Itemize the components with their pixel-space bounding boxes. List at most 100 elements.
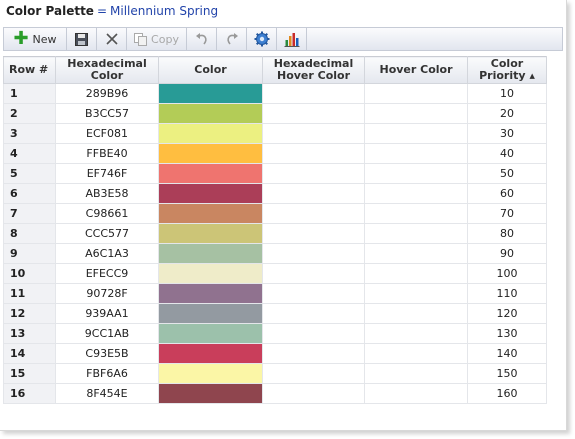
hex-color-cell[interactable]: 8F454E bbox=[55, 383, 159, 404]
hex-color-cell[interactable]: A6C1A3 bbox=[55, 243, 159, 264]
hover-hex-color-cell[interactable] bbox=[262, 323, 365, 344]
hover-hex-color-cell[interactable] bbox=[262, 123, 365, 144]
table-row[interactable]: 10 EFECC9 100 bbox=[3, 263, 547, 284]
row-number-cell[interactable]: 10 bbox=[3, 263, 56, 284]
hover-color-cell[interactable] bbox=[364, 243, 468, 264]
color-priority-cell[interactable]: 140 bbox=[467, 343, 547, 364]
color-priority-cell[interactable]: 120 bbox=[467, 303, 547, 324]
hex-color-cell[interactable]: 289B96 bbox=[55, 83, 159, 104]
color-swatch-cell[interactable] bbox=[158, 363, 263, 384]
table-row[interactable]: 5 EF746F 50 bbox=[3, 163, 547, 184]
settings-button[interactable] bbox=[247, 28, 277, 50]
hover-color-cell[interactable] bbox=[364, 143, 468, 164]
hover-hex-color-cell[interactable] bbox=[262, 143, 365, 164]
hover-color-cell[interactable] bbox=[364, 223, 468, 244]
table-row[interactable]: 2 B3CC57 20 bbox=[3, 103, 547, 124]
column-header-color-priority[interactable]: Color Priority ▲ bbox=[467, 56, 547, 84]
row-number-cell[interactable]: 4 bbox=[3, 143, 56, 164]
table-row[interactable]: 8 CCC577 80 bbox=[3, 223, 547, 244]
hover-hex-color-cell[interactable] bbox=[262, 223, 365, 244]
hover-hex-color-cell[interactable] bbox=[262, 203, 365, 224]
color-priority-cell[interactable]: 80 bbox=[467, 223, 547, 244]
color-swatch-cell[interactable] bbox=[158, 103, 263, 124]
color-swatch-cell[interactable] bbox=[158, 263, 263, 284]
color-swatch-cell[interactable] bbox=[158, 243, 263, 264]
hover-color-cell[interactable] bbox=[364, 103, 468, 124]
new-button[interactable]: ✚ New bbox=[4, 28, 67, 50]
color-priority-cell[interactable]: 160 bbox=[467, 383, 547, 404]
row-number-cell[interactable]: 2 bbox=[3, 103, 56, 124]
hover-color-cell[interactable] bbox=[364, 363, 468, 384]
hover-hex-color-cell[interactable] bbox=[262, 83, 365, 104]
hex-color-cell[interactable]: EF746F bbox=[55, 163, 159, 184]
table-row[interactable]: 11 90728F 110 bbox=[3, 283, 547, 304]
color-priority-cell[interactable]: 20 bbox=[467, 103, 547, 124]
hover-color-cell[interactable] bbox=[364, 383, 468, 404]
hex-color-cell[interactable]: C98661 bbox=[55, 203, 159, 224]
color-priority-cell[interactable]: 70 bbox=[467, 203, 547, 224]
color-swatch-cell[interactable] bbox=[158, 183, 263, 204]
table-row[interactable]: 13 9CC1AB 130 bbox=[3, 323, 547, 344]
color-priority-cell[interactable]: 60 bbox=[467, 183, 547, 204]
hover-hex-color-cell[interactable] bbox=[262, 263, 365, 284]
color-swatch-cell[interactable] bbox=[158, 123, 263, 144]
table-row[interactable]: 1 289B96 10 bbox=[3, 83, 547, 104]
color-swatch-cell[interactable] bbox=[158, 383, 263, 404]
row-number-cell[interactable]: 1 bbox=[3, 83, 56, 104]
column-header-row-number[interactable]: Row # bbox=[3, 56, 56, 84]
color-swatch-cell[interactable] bbox=[158, 143, 263, 164]
hover-color-cell[interactable] bbox=[364, 203, 468, 224]
table-row[interactable]: 16 8F454E 160 bbox=[3, 383, 547, 404]
color-priority-cell[interactable]: 10 bbox=[467, 83, 547, 104]
row-number-cell[interactable]: 9 bbox=[3, 243, 56, 264]
hover-color-cell[interactable] bbox=[364, 83, 468, 104]
color-priority-cell[interactable]: 50 bbox=[467, 163, 547, 184]
row-number-cell[interactable]: 3 bbox=[3, 123, 56, 144]
hex-color-cell[interactable]: B3CC57 bbox=[55, 103, 159, 124]
column-header-hex-color[interactable]: Hexadecimal Color bbox=[55, 56, 159, 84]
hover-hex-color-cell[interactable] bbox=[262, 103, 365, 124]
hover-color-cell[interactable] bbox=[364, 183, 468, 204]
color-priority-cell[interactable]: 30 bbox=[467, 123, 547, 144]
color-swatch-cell[interactable] bbox=[158, 83, 263, 104]
table-row[interactable]: 7 C98661 70 bbox=[3, 203, 547, 224]
hover-hex-color-cell[interactable] bbox=[262, 383, 365, 404]
color-swatch-cell[interactable] bbox=[158, 283, 263, 304]
color-priority-cell[interactable]: 150 bbox=[467, 363, 547, 384]
row-number-cell[interactable]: 14 bbox=[3, 343, 56, 364]
hover-hex-color-cell[interactable] bbox=[262, 303, 365, 324]
color-priority-cell[interactable]: 130 bbox=[467, 323, 547, 344]
row-number-cell[interactable]: 7 bbox=[3, 203, 56, 224]
hover-color-cell[interactable] bbox=[364, 163, 468, 184]
hex-color-cell[interactable]: 90728F bbox=[55, 283, 159, 304]
color-priority-cell[interactable]: 110 bbox=[467, 283, 547, 304]
table-row[interactable]: 15 FBF6A6 150 bbox=[3, 363, 547, 384]
hover-hex-color-cell[interactable] bbox=[262, 163, 365, 184]
row-number-cell[interactable]: 8 bbox=[3, 223, 56, 244]
row-number-cell[interactable]: 5 bbox=[3, 163, 56, 184]
delete-button[interactable] bbox=[97, 28, 127, 50]
hover-hex-color-cell[interactable] bbox=[262, 283, 365, 304]
column-header-hover-hex-color[interactable]: Hexadecimal Hover Color bbox=[262, 56, 365, 84]
column-header-hover-color[interactable]: Hover Color bbox=[364, 56, 468, 84]
undo-button[interactable] bbox=[187, 28, 217, 50]
hex-color-cell[interactable]: FBF6A6 bbox=[55, 363, 159, 384]
table-row[interactable]: 4 FFBE40 40 bbox=[3, 143, 547, 164]
hover-color-cell[interactable] bbox=[364, 343, 468, 364]
table-row[interactable]: 14 C93E5B 140 bbox=[3, 343, 547, 364]
hex-color-cell[interactable]: AB3E58 bbox=[55, 183, 159, 204]
hover-color-cell[interactable] bbox=[364, 283, 468, 304]
hover-color-cell[interactable] bbox=[364, 263, 468, 284]
hover-hex-color-cell[interactable] bbox=[262, 243, 365, 264]
color-priority-cell[interactable]: 90 bbox=[467, 243, 547, 264]
color-swatch-cell[interactable] bbox=[158, 303, 263, 324]
row-number-cell[interactable]: 16 bbox=[3, 383, 56, 404]
color-priority-cell[interactable]: 100 bbox=[467, 263, 547, 284]
hex-color-cell[interactable]: 9CC1AB bbox=[55, 323, 159, 344]
hex-color-cell[interactable]: EFECC9 bbox=[55, 263, 159, 284]
hex-color-cell[interactable]: ECF081 bbox=[55, 123, 159, 144]
hover-color-cell[interactable] bbox=[364, 123, 468, 144]
hover-hex-color-cell[interactable] bbox=[262, 343, 365, 364]
row-number-cell[interactable]: 11 bbox=[3, 283, 56, 304]
copy-button[interactable]: Copy bbox=[127, 28, 187, 50]
